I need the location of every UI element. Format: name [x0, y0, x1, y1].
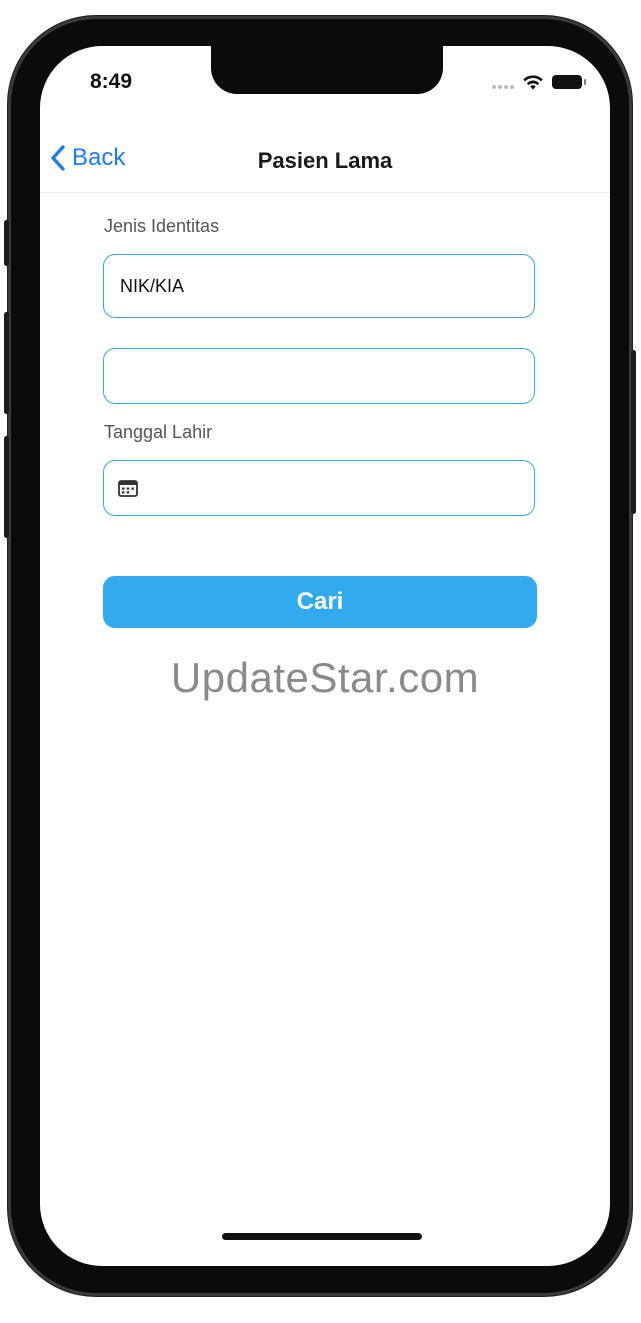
status-time: 8:49	[90, 70, 133, 93]
volume-down-button	[4, 436, 9, 538]
watermark: UpdateStar.com	[170, 654, 480, 701]
screen: 8:49 Back Pasien Lama Jenis Identitas NI…	[40, 46, 610, 1266]
home-indicator[interactable]	[222, 1233, 422, 1240]
identity-type-label: Jenis Identitas	[104, 216, 220, 236]
identity-type-select[interactable]: NIK/KIA	[103, 254, 535, 318]
birth-date-label: Tanggal Lahir	[104, 422, 213, 442]
power-button	[631, 350, 636, 514]
identity-number-input[interactable]	[103, 348, 535, 404]
battery-icon	[552, 75, 586, 89]
calendar-icon	[118, 480, 138, 497]
notch	[211, 46, 443, 94]
volume-up-button	[4, 312, 9, 414]
wifi-icon	[523, 75, 543, 90]
phone-frame: 8:49 Back Pasien Lama Jenis Identitas NI…	[4, 16, 636, 1296]
birth-date-input[interactable]	[103, 460, 535, 516]
page-title: Pasien Lama	[257, 148, 393, 173]
navigation-bar: Back Pasien Lama	[40, 130, 610, 193]
action-button	[4, 220, 9, 266]
signal-icon	[492, 75, 514, 89]
identity-type-value: NIK/KIA	[120, 275, 185, 296]
search-button[interactable]: Cari	[103, 576, 537, 628]
status-icons	[492, 70, 586, 94]
